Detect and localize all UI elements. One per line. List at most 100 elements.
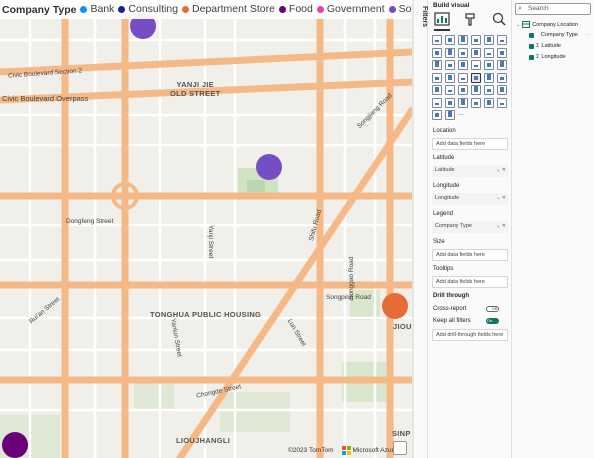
visual-type-icon[interactable] [445, 60, 455, 70]
street-label-songgao: Songgao Road [348, 256, 355, 300]
microsoft-logo-icon [341, 446, 351, 455]
map-style-button[interactable] [393, 441, 407, 455]
visual-type-icon[interactable] [497, 85, 507, 95]
legend-well-label: Legend [433, 211, 454, 217]
visual-type-icon[interactable] [445, 72, 455, 83]
visual-type-icon[interactable] [484, 85, 494, 95]
legend-dot-icon [118, 5, 126, 13]
visual-type-icon[interactable] [432, 72, 442, 83]
street-label-civic-overpass: Civic Boulevard Overpass [2, 94, 89, 103]
visual-type-icon[interactable] [497, 47, 507, 58]
visual-type-icon[interactable] [497, 97, 507, 108]
build-visual-tab-icon[interactable] [433, 11, 451, 27]
keep-filters-label: Keep all filters [433, 318, 471, 324]
visual-type-icon[interactable] [471, 97, 481, 108]
visual-type-icon[interactable] [497, 72, 507, 83]
visual-type-icon[interactable] [484, 60, 494, 70]
field-company-type[interactable]: Company Type ··· [529, 32, 591, 38]
longitude-well-label: Longitude [433, 183, 460, 189]
legend-dot-icon [80, 5, 88, 13]
visual-type-icon[interactable] [432, 110, 442, 120]
filters-pane-collapsed[interactable]: Filters [414, 0, 428, 458]
visual-type-icon[interactable] [458, 60, 468, 70]
district-label-jiou: JIOU [393, 322, 412, 331]
district-label-yanji: YANJI JIE OLD STREET [170, 80, 221, 98]
cross-report-label: Cross-report [433, 306, 467, 312]
visual-type-icon[interactable] [484, 35, 494, 45]
district-label-tonghua: TONGHUA PUBLIC HOUSING [150, 310, 262, 319]
visual-type-icon[interactable] [458, 97, 468, 108]
checkbox-checked-icon[interactable] [529, 43, 534, 49]
table-company-location[interactable]: ⌄ Company Location [516, 21, 578, 28]
data-pane: ⌕ Search ⌄ Company Location Company Type… [512, 0, 594, 458]
legend-item-bank[interactable]: Bank [80, 3, 114, 15]
visual-type-icon[interactable] [458, 47, 468, 58]
visual-type-icon[interactable] [445, 97, 455, 108]
visual-type-icon[interactable] [445, 110, 455, 120]
visual-type-icon[interactable] [497, 35, 507, 45]
bubble-software[interactable] [256, 154, 282, 180]
visual-type-icon[interactable] [484, 72, 494, 83]
latitude-well[interactable]: Latitude ⌄ ✕ [432, 165, 508, 177]
visual-type-icon[interactable] [445, 47, 455, 58]
visual-type-icon[interactable] [484, 47, 494, 58]
more-options-icon[interactable]: ··· [586, 32, 592, 38]
location-well[interactable]: Add data fields here [432, 138, 508, 150]
map-attribution: ©2023 TomTom Microsoft Azure [288, 446, 397, 455]
legend-well[interactable]: Company Type ⌄ ✕ [432, 221, 508, 233]
map-visual[interactable]: YANJI JIE OLD STREET TONGHUA PUBLIC HOUS… [0, 0, 412, 458]
bubble-department-store[interactable] [382, 293, 408, 319]
analytics-tab-icon[interactable] [490, 11, 508, 27]
checkbox-checked-icon[interactable] [529, 32, 534, 38]
visual-type-map-icon[interactable] [471, 72, 481, 83]
district-label-lioujhangli: LIOUJHANGLI [176, 436, 231, 445]
visual-type-icon[interactable] [484, 97, 494, 108]
visual-type-icon[interactable] [471, 35, 481, 45]
visual-type-icon[interactable] [432, 35, 442, 45]
visual-type-icon[interactable] [497, 60, 507, 70]
visual-type-icon[interactable] [471, 47, 481, 58]
legend-item-food[interactable]: Food [278, 3, 313, 15]
visual-type-icon[interactable] [432, 85, 442, 95]
active-tab-indicator [434, 29, 450, 31]
size-well-label: Size [433, 239, 445, 245]
keep-filters-toggle[interactable]: On [486, 318, 499, 324]
visual-type-icon[interactable] [458, 35, 468, 45]
visual-type-icon[interactable] [445, 35, 455, 45]
field-controls-icon[interactable]: ⌄ ✕ [496, 195, 506, 201]
drill-through-well[interactable]: Add drill-through fields here [432, 329, 508, 341]
visual-type-icon[interactable] [471, 85, 481, 95]
field-latitude[interactable]: Σ Latitude [529, 43, 561, 49]
filters-label: Filters [421, 6, 428, 28]
size-well[interactable]: Add data fields here [432, 249, 508, 261]
legend-dot-icon [182, 5, 190, 13]
visual-type-icon[interactable] [432, 97, 442, 108]
legend-item-government[interactable]: Government [316, 3, 385, 15]
visual-type-icon[interactable] [458, 72, 468, 83]
visual-type-icon[interactable] [471, 60, 481, 70]
street-label-yanji-street: Yanji Street [207, 225, 214, 259]
visual-type-icon[interactable] [432, 47, 442, 58]
latitude-well-label: Latitude [433, 155, 455, 161]
field-longitude[interactable]: Σ Longitude [529, 54, 566, 60]
sum-icon: Σ [536, 54, 540, 60]
visual-type-icon[interactable] [432, 60, 442, 70]
bubble-food[interactable] [2, 432, 28, 458]
field-controls-icon[interactable]: ⌄ ✕ [496, 223, 506, 229]
cross-report-toggle[interactable]: Off [486, 306, 499, 312]
legend-item-software[interactable]: Software [388, 3, 412, 15]
legend-dot-icon [278, 5, 286, 13]
data-search-input[interactable]: ⌕ Search [515, 3, 591, 15]
tooltips-well[interactable]: Add data fields here [432, 276, 508, 288]
checkbox-checked-icon[interactable] [529, 54, 534, 60]
legend-item-department-store[interactable]: Department Store [182, 3, 275, 15]
table-icon [522, 21, 531, 28]
legend-item-consulting[interactable]: Consulting [118, 3, 178, 15]
field-controls-icon[interactable]: ⌄ ✕ [496, 167, 506, 173]
visual-type-icon[interactable] [445, 85, 455, 95]
longitude-well[interactable]: Longitude ⌄ ✕ [432, 193, 508, 205]
more-visuals-icon[interactable]: ... [458, 110, 469, 121]
format-visual-tab-icon[interactable] [461, 11, 479, 27]
legend-dot-icon [316, 5, 324, 13]
visual-type-icon[interactable] [458, 85, 468, 95]
